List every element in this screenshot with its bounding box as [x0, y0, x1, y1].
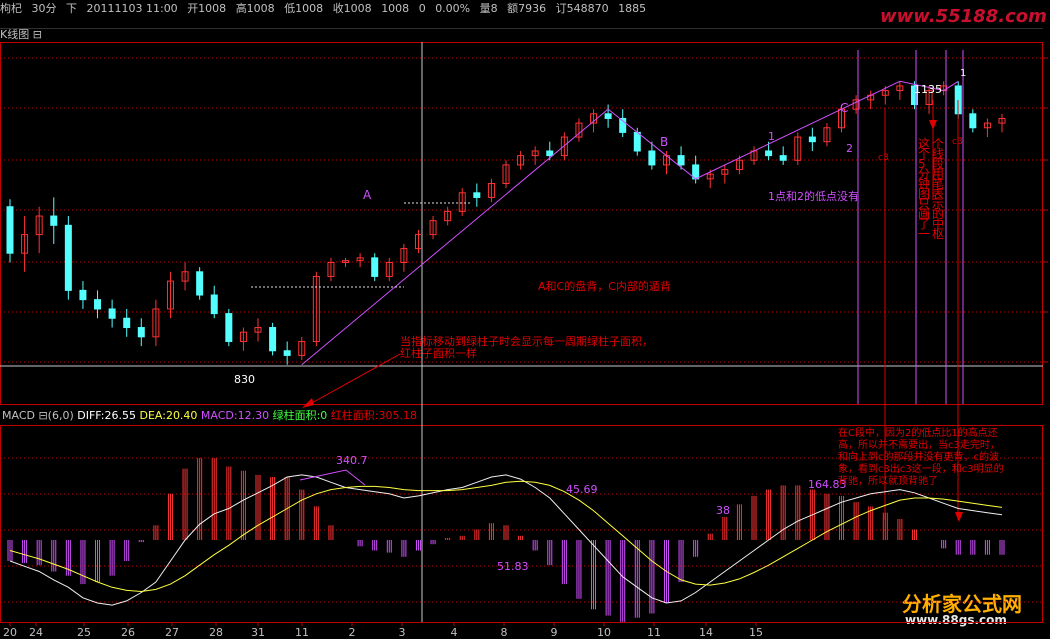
candle-body — [210, 294, 218, 315]
annotation-area-note-1: 当指标移动到绿柱子时会显示每一周期绿柱子面积， — [400, 334, 653, 348]
label-point-2: 2 — [846, 142, 853, 155]
candle-body — [123, 317, 131, 329]
candle-body — [196, 271, 204, 296]
x-tick-label: 3 — [399, 626, 406, 639]
arrow-head — [302, 398, 314, 408]
macd-label-340: 340.7 — [336, 454, 368, 467]
label-point-1-top: 1 — [960, 68, 966, 79]
arrow-head — [929, 120, 937, 130]
trend-pen-line — [301, 80, 959, 366]
candle-body — [283, 350, 291, 356]
annotation-c-note-line: 高，所以并不需要出，当c3走完时， — [838, 438, 1000, 451]
candle-body — [79, 289, 87, 301]
candle-body — [225, 313, 233, 342]
candle-body — [108, 308, 116, 319]
label-point-1: 1 — [768, 130, 775, 143]
label-c3: c3 — [878, 153, 889, 163]
candle-body — [371, 257, 379, 277]
label-c3-b: c3 — [952, 137, 963, 147]
candle-body — [779, 155, 787, 161]
x-tick-label: 24 — [29, 626, 43, 639]
x-tick-label: 14 — [699, 626, 713, 639]
x-tick-label: 20 — [3, 626, 17, 639]
x-tick-label: 26 — [121, 626, 135, 639]
macd-header: MACD ⊟(6,0) DIFF:26.55 DEA:20.40 MACD:12… — [2, 408, 417, 422]
candle-body — [604, 113, 612, 119]
x-tick-label: 31 — [251, 626, 265, 639]
candle-body — [269, 327, 277, 352]
annotation-arrow — [309, 353, 401, 405]
main-panel-border — [0, 42, 1043, 405]
label-b: B — [660, 135, 668, 149]
annotation-low-points: 1点和2的低点没有 — [768, 189, 859, 203]
macd-label-51: 51.83 — [497, 560, 529, 573]
macd-label-45: 45.69 — [566, 483, 598, 496]
x-tick-label: 25 — [77, 626, 91, 639]
stock-chart[interactable]: A B C 1 2 1 c3 c3 830 1135 A和C的盘背，C内部的遁背 1点和2的低点没有当… — [0, 0, 1050, 639]
annotation-area-note-2: 红柱子面积一样 — [400, 346, 477, 360]
x-tick-label: 2 — [349, 626, 356, 639]
annotation-c-note-line: 象，看到c3出c3这一段，和c3明显的 — [838, 462, 1004, 475]
candle-body — [137, 327, 145, 338]
label-a: A — [363, 188, 372, 202]
candle-body — [50, 215, 58, 226]
candle-body — [64, 224, 72, 291]
candle-body — [808, 136, 816, 143]
x-tick-label: 9 — [551, 626, 558, 639]
x-tick-label: 28 — [209, 626, 223, 639]
annotation-c-note-line: 背驰，所以就顶背驰了 — [838, 474, 938, 487]
candle-body — [648, 150, 656, 166]
candle-body — [473, 192, 481, 198]
label-1135: 1135 — [914, 83, 942, 96]
candle-body — [94, 299, 102, 310]
x-tick-label: 11 — [647, 626, 661, 639]
annotation-c-note-line: 在C段中，因为2的低点比1的高点还 — [838, 426, 998, 439]
candle-body — [6, 206, 14, 254]
x-tick-label: 4 — [451, 626, 458, 639]
x-tick-label: 15 — [749, 626, 763, 639]
x-tick-label: 10 — [597, 626, 611, 639]
annotation-ac-divergence: A和C的盘背，C内部的遁背 — [538, 279, 671, 293]
annotation-c-note-line: 和向上到c的那段并没有更背，c的波 — [838, 450, 999, 463]
candle-body — [765, 150, 773, 157]
macd-label-38: 38 — [716, 504, 730, 517]
candle-body — [677, 155, 685, 166]
x-tick-label: 11 — [295, 626, 309, 639]
candle-body — [969, 113, 977, 129]
label-c: C — [840, 101, 848, 115]
x-tick-label: 27 — [165, 626, 179, 639]
label-830: 830 — [234, 373, 255, 386]
candle-body — [546, 150, 554, 157]
candle-body — [633, 131, 641, 152]
x-tick-label: 8 — [501, 626, 508, 639]
annotation-vertical-note: 这个 5 分钟图只画了一个线段用笔表示的中枢 — [918, 136, 944, 241]
arrow-head — [955, 512, 963, 522]
